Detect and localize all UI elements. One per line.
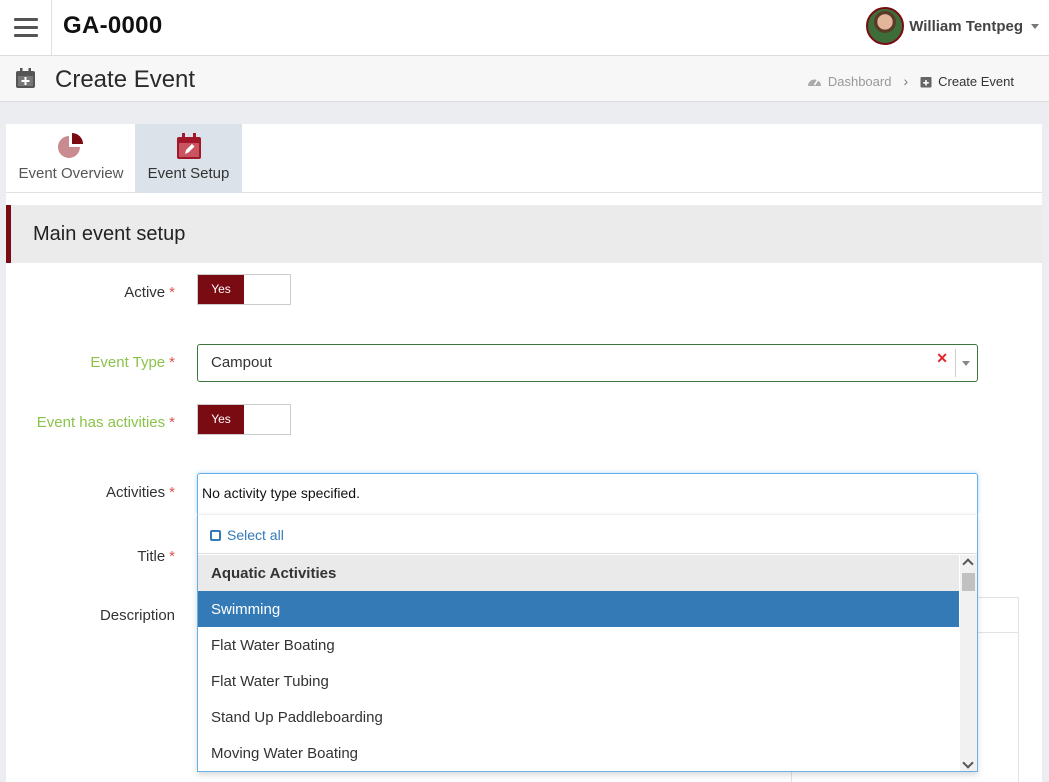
- event-type-select[interactable]: Campout ✕: [197, 344, 978, 382]
- breadcrumb-dashboard[interactable]: Dashboard: [807, 74, 892, 89]
- select-all-label[interactable]: Select all: [227, 527, 284, 543]
- scroll-down-icon[interactable]: [962, 757, 974, 769]
- hamburger-menu-icon[interactable]: [0, 0, 52, 55]
- active-toggle-yes[interactable]: Yes: [198, 275, 244, 304]
- tab-event-overview-label[interactable]: Event Overview: [18, 165, 123, 182]
- page-title: Create Event: [55, 66, 196, 93]
- title-label-text: Title: [137, 548, 166, 565]
- activities-label-text: Activities: [105, 484, 166, 501]
- activities-multiselect[interactable]: No activity type specified.: [197, 473, 978, 514]
- title-label: Title *: [137, 548, 175, 565]
- event-type-label-text: Event Type: [90, 354, 166, 371]
- dashboard-gauge-icon: [807, 79, 821, 86]
- dropdown-scrollbar[interactable]: [960, 555, 977, 771]
- breadcrumb-current-label: Create Event: [938, 73, 1014, 89]
- activities-placeholder[interactable]: No activity type specified.: [202, 485, 360, 501]
- tab-event-overview[interactable]: Event Overview: [9, 124, 133, 193]
- required-mark: *: [169, 484, 175, 501]
- section-title: Main event setup: [33, 223, 186, 245]
- avatar[interactable]: [866, 7, 905, 45]
- tab-bar: Event Overview Event Setup: [6, 124, 1042, 193]
- active-label-text: Active: [124, 284, 166, 301]
- calendar-plus-icon: [16, 68, 35, 88]
- list-item[interactable]: Moving Water Boating: [198, 735, 959, 771]
- select-all-option[interactable]: Select all: [198, 515, 977, 554]
- option-label[interactable]: Stand Up Paddleboarding: [211, 709, 383, 726]
- user-menu[interactable]: William Tentpeg: [866, 7, 1039, 45]
- option-group-header: Aquatic Activities: [198, 555, 959, 591]
- list-item[interactable]: Flat Water Tubing: [198, 663, 959, 699]
- breadcrumb-dashboard-label[interactable]: Dashboard: [828, 74, 892, 89]
- app-title: GA-0000: [63, 12, 163, 39]
- required-mark: *: [169, 284, 175, 301]
- top-navbar: GA-0000 William Tentpeg: [0, 0, 1049, 56]
- chevron-down-icon[interactable]: [962, 361, 970, 366]
- event-form-card: Event Overview Event Setup Main event se…: [6, 124, 1042, 782]
- calendar-edit-icon: [176, 133, 201, 159]
- tab-event-setup[interactable]: Event Setup: [135, 124, 242, 193]
- breadcrumb: Dashboard › Create Event: [807, 73, 1014, 89]
- active-toggle[interactable]: Yes: [197, 274, 291, 305]
- scrollbar-thumb[interactable]: [962, 573, 975, 591]
- description-label: Description: [99, 607, 175, 624]
- active-label: Active *: [124, 284, 175, 301]
- required-mark: *: [169, 354, 175, 371]
- option-label[interactable]: Swimming: [211, 601, 280, 618]
- activities-label: Activities *: [106, 484, 175, 501]
- clear-icon[interactable]: ✕: [936, 350, 948, 367]
- list-item[interactable]: Stand Up Paddleboarding: [198, 699, 959, 735]
- pie-chart-icon: [58, 133, 83, 158]
- event-type-label: Event Type *: [90, 354, 175, 371]
- activities-dropdown: Select all Aquatic Activities Swimming F…: [197, 514, 978, 772]
- caret-down-icon[interactable]: [1031, 23, 1039, 29]
- required-mark: *: [169, 548, 175, 565]
- option-label[interactable]: Moving Water Boating: [211, 745, 358, 762]
- calendar-plus-icon: [920, 76, 932, 87]
- option-label[interactable]: Flat Water Tubing: [211, 673, 329, 690]
- scroll-up-icon[interactable]: [962, 558, 974, 570]
- required-mark: *: [169, 414, 175, 431]
- option-label[interactable]: Flat Water Boating: [211, 637, 335, 654]
- select-divider: [955, 349, 956, 377]
- event-type-value[interactable]: Campout: [211, 354, 272, 371]
- list-item[interactable]: Flat Water Boating: [198, 627, 959, 663]
- checkbox-icon[interactable]: [210, 530, 221, 541]
- has-activities-toggle[interactable]: Yes: [197, 404, 291, 435]
- user-name[interactable]: William Tentpeg: [909, 18, 1023, 35]
- has-activities-label: Event has activities *: [37, 414, 175, 431]
- list-item[interactable]: Swimming: [198, 591, 959, 627]
- page-header: Create Event Dashboard › Create Event: [0, 56, 1049, 102]
- breadcrumb-current: Create Event: [920, 74, 1014, 89]
- section-header: Main event setup: [6, 205, 1042, 263]
- option-group-label: Aquatic Activities: [211, 565, 337, 582]
- breadcrumb-separator-icon: ›: [903, 73, 909, 89]
- has-activities-toggle-yes[interactable]: Yes: [198, 405, 244, 434]
- tab-event-setup-label[interactable]: Event Setup: [148, 165, 230, 182]
- has-activities-label-text: Event has activities: [36, 414, 166, 431]
